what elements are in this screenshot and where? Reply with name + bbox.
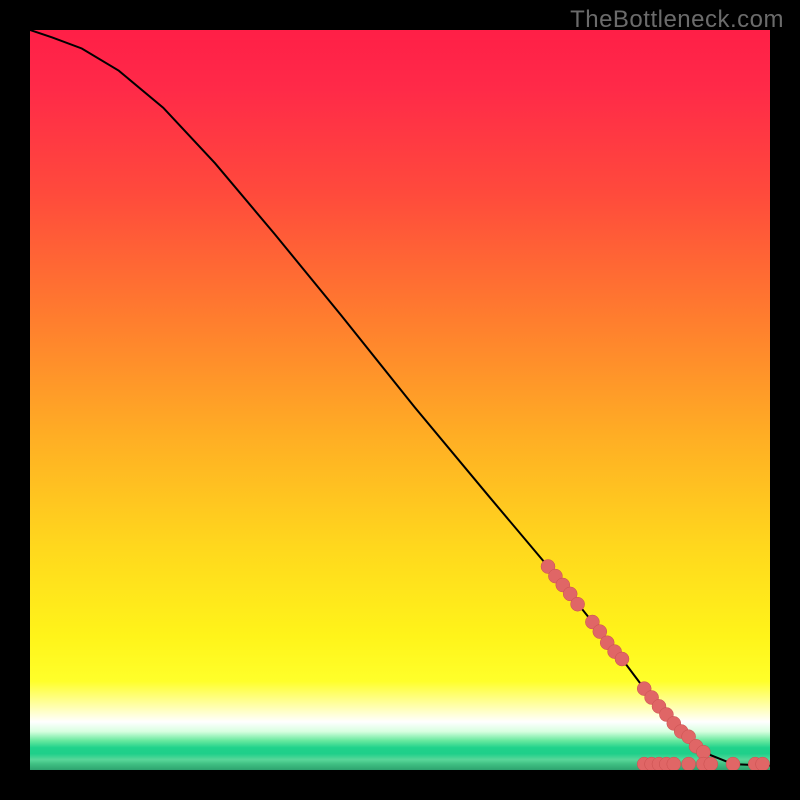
marker-point xyxy=(756,757,770,770)
marker-point xyxy=(667,757,681,770)
plot-area xyxy=(30,30,770,770)
marker-point xyxy=(571,597,585,611)
marker-point xyxy=(682,757,696,770)
marker-point xyxy=(615,652,629,666)
marker-point xyxy=(704,757,718,770)
curve-line xyxy=(30,30,770,766)
chart-overlay xyxy=(30,30,770,770)
figure: TheBottleneck.com xyxy=(0,0,800,800)
marker-point xyxy=(726,757,740,770)
marker-group xyxy=(541,560,770,771)
